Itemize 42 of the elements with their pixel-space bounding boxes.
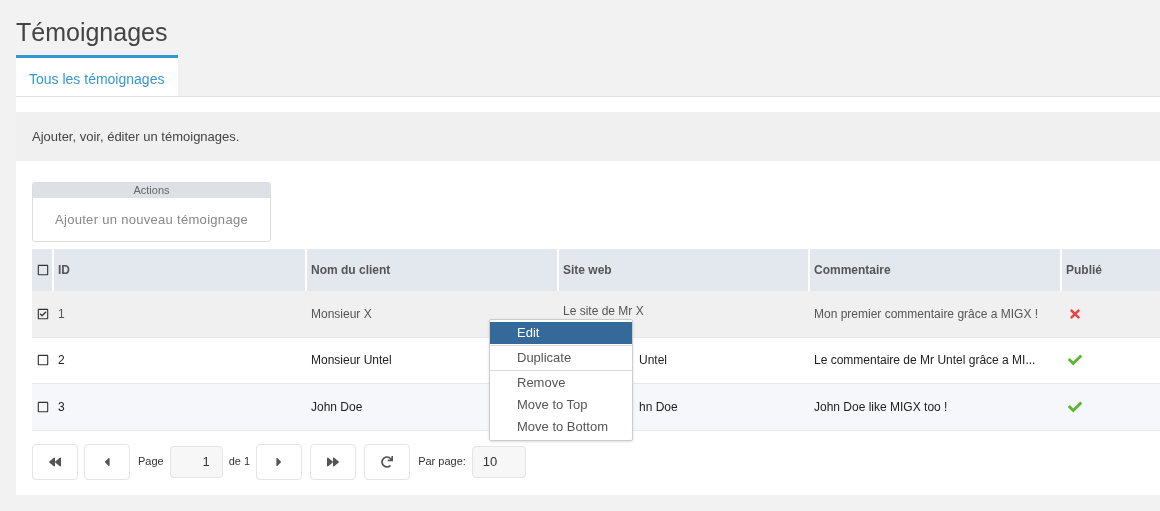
per-page-label: Par page: xyxy=(418,454,466,470)
refresh-button[interactable] xyxy=(364,443,411,480)
tab[interactable]: Tous les témoignages xyxy=(16,55,178,96)
checkbox[interactable] xyxy=(37,264,49,276)
table-cell: hn Doe xyxy=(639,399,678,414)
page-count: de 1 xyxy=(228,454,251,470)
checkbox[interactable] xyxy=(37,354,49,367)
menu-item[interactable]: Duplicate xyxy=(490,347,632,369)
first-page-button[interactable] xyxy=(32,443,78,480)
menu-item[interactable]: Edit xyxy=(490,322,632,344)
menu-item[interactable]: Move to Top xyxy=(490,394,632,416)
per-page-field[interactable]: 10 xyxy=(471,445,526,478)
description: Ajouter, voir, éditer un témoignages. xyxy=(32,127,240,146)
table-cell: Le commentaire de Mr Untel grâce a MI... xyxy=(814,353,1036,368)
column-header[interactable]: Publié xyxy=(1066,261,1102,279)
table-cell: Untel xyxy=(639,353,667,368)
table-cell: 1 xyxy=(58,306,65,321)
table-cell: Mon premier commentaire grâce a MIGX ! xyxy=(814,306,1039,321)
column-header[interactable]: ID xyxy=(58,261,70,279)
last-page-icon xyxy=(327,455,340,468)
table-cell: John Doe like MIGX too ! xyxy=(814,399,948,414)
checkbox[interactable] xyxy=(37,400,49,413)
page-field[interactable]: 1 xyxy=(169,445,223,478)
add-testimonial-button[interactable]: Ajouter un nouveau témoignage xyxy=(33,198,270,241)
page-title: Témoignages xyxy=(16,17,169,48)
last-page-button[interactable] xyxy=(310,443,357,480)
table-cell: John Doe xyxy=(311,399,363,414)
table-cell: Monsieur Untel xyxy=(311,353,392,368)
actions-heading: Actions xyxy=(33,183,270,198)
refresh-icon xyxy=(381,455,394,468)
column-header[interactable]: Site web xyxy=(563,261,612,279)
menu-item[interactable]: Remove xyxy=(490,372,632,394)
table-cell: Monsieur X xyxy=(311,306,372,321)
column-header[interactable]: Nom du client xyxy=(311,261,391,279)
table-cell: 2 xyxy=(58,353,65,368)
table-cell: 3 xyxy=(58,399,65,414)
checkbox[interactable] xyxy=(37,307,49,320)
first-page-icon xyxy=(49,455,61,468)
menu-item[interactable]: Move to Bottom xyxy=(490,416,632,438)
column-header[interactable]: Commentaire xyxy=(814,261,891,279)
table-cell: Le site de Mr X xyxy=(563,303,644,318)
page-label: Page xyxy=(138,454,164,470)
